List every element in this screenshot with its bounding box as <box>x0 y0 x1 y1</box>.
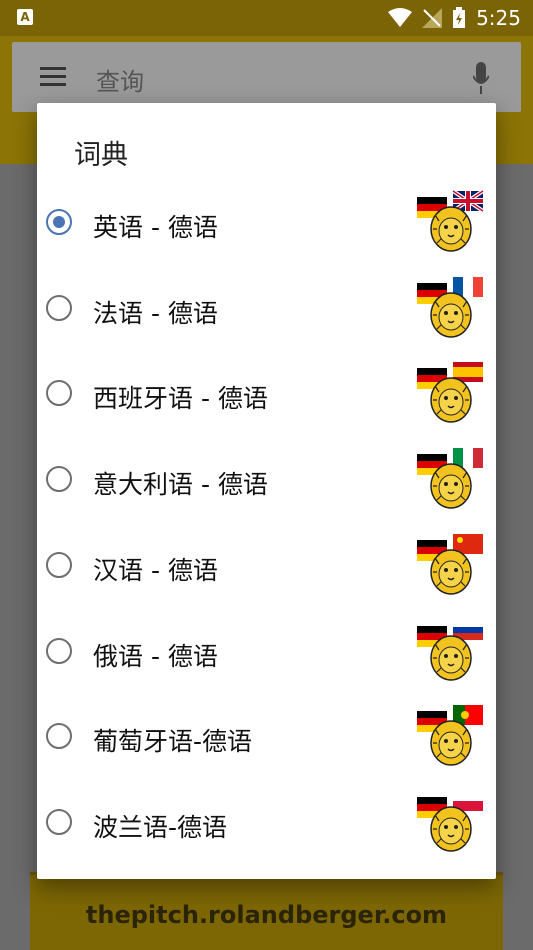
dictionary-item[interactable]: 法语 - 德语 <box>37 267 496 353</box>
banner-text: thepitch.rolandberger.com <box>85 901 448 929</box>
radio-unchecked[interactable] <box>46 637 72 664</box>
radio-unchecked[interactable] <box>46 808 72 835</box>
dictionary-item[interactable]: 汉语 - 德语 <box>37 524 496 610</box>
ad-banner[interactable]: thepitch.rolandberger.com <box>30 872 503 950</box>
battery-charging-icon <box>453 7 466 28</box>
dictionary-item[interactable]: 意大利语 - 德语 <box>37 438 496 524</box>
microphone-icon[interactable] <box>473 62 489 94</box>
dictionary-item-label: 西班牙语 - 德语 <box>93 384 268 414</box>
dictionary-item[interactable]: 英语 - 德语 <box>37 181 496 267</box>
dictionary-item-label: 葡萄牙语-德语 <box>93 727 253 757</box>
lion-italy-flag-icon <box>415 440 491 510</box>
search-input[interactable]: 查询 <box>96 62 144 97</box>
search-bar[interactable]: 查询 <box>12 42 521 112</box>
radio-unchecked[interactable] <box>46 294 72 321</box>
dialog-title: 词典 <box>74 140 128 171</box>
radio-unchecked[interactable] <box>46 380 72 407</box>
dictionary-item-label: 波兰语-德语 <box>93 812 228 842</box>
lion-spain-flag-icon <box>415 354 491 424</box>
dictionary-item-label: 汉语 - 德语 <box>93 555 218 585</box>
lion-portugal-flag-icon <box>415 697 491 767</box>
radio-unchecked[interactable] <box>46 466 72 493</box>
status-bar: A 5:25 <box>0 0 533 36</box>
status-icons: 5:25 <box>388 6 521 30</box>
app-notification-icon: A <box>17 9 33 25</box>
radio-unchecked[interactable] <box>46 551 72 578</box>
dictionary-dialog: 词典 英语 - 德语 法语 - 德语西班牙语 - 德语 意大利语 - 德语 汉语 - … <box>37 103 496 879</box>
dictionary-item-label: 法语 - 德语 <box>93 298 218 328</box>
dictionary-item-label: 英语 - 德语 <box>93 213 218 242</box>
lion-uk-flag-icon <box>415 183 491 253</box>
dictionary-item-label: 俄语 - 德语 <box>93 641 218 671</box>
dictionary-item[interactable]: 西班牙语 - 德语 <box>37 352 496 438</box>
no-signal-icon <box>422 8 443 28</box>
lion-china-flag-icon <box>415 526 491 596</box>
radio-unchecked[interactable] <box>46 723 72 750</box>
dictionary-item[interactable]: 俄语 - 德语 <box>37 610 496 696</box>
wifi-icon <box>388 8 413 27</box>
menu-icon[interactable] <box>40 67 66 87</box>
lion-france-flag-icon <box>415 269 491 339</box>
clock: 5:25 <box>476 6 521 30</box>
dictionary-item[interactable]: 葡萄牙语-德语 <box>37 695 496 781</box>
lion-poland-flag-icon <box>415 783 491 853</box>
dictionary-item[interactable]: 波兰语-德语 <box>37 781 496 867</box>
lion-russia-flag-icon <box>415 612 491 682</box>
radio-checked[interactable] <box>46 209 72 235</box>
dictionary-item-label: 意大利语 - 德语 <box>93 470 268 500</box>
